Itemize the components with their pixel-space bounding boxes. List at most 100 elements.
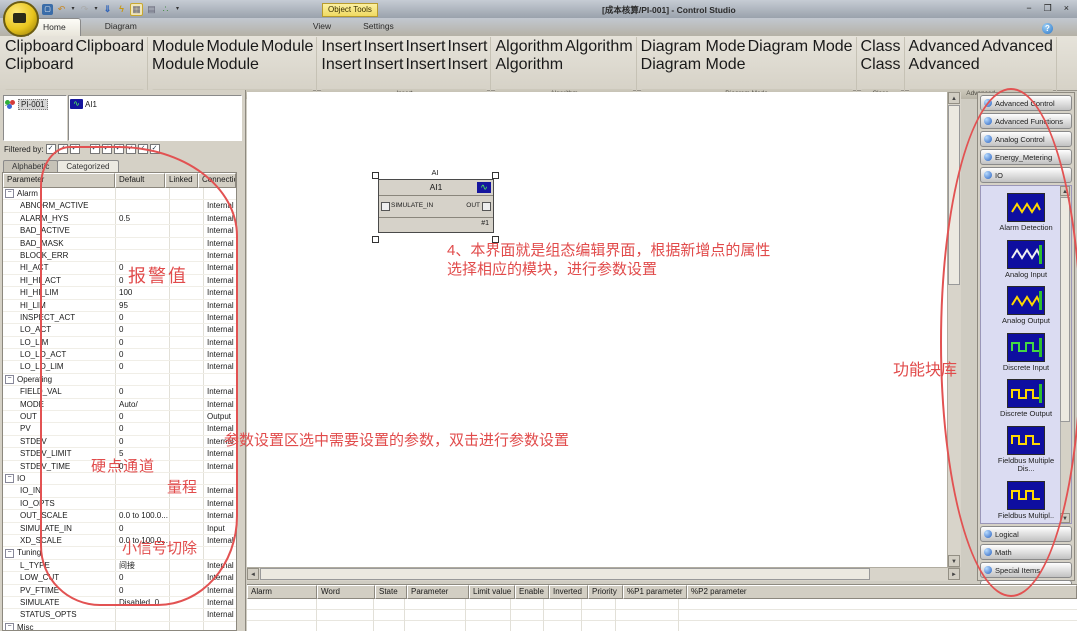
parameter-pressed-icon[interactable] — [130, 3, 143, 16]
palette-category[interactable]: Special Items — [980, 562, 1072, 578]
context-tab-object-tools[interactable]: Object Tools — [322, 3, 378, 17]
parameter-row[interactable]: XD_SCALE 0.0 to 100.0... Internal — [3, 535, 236, 547]
scrollbar-thumb[interactable] — [948, 105, 960, 285]
scrollbar-thumb[interactable] — [260, 568, 870, 580]
parameter-row[interactable]: Operating — [3, 374, 236, 386]
parameter-row[interactable]: L_TYPE 间接 Internal — [3, 560, 236, 572]
parameter-row[interactable]: OUT 0 Output — [3, 411, 236, 423]
parameter-row[interactable]: IO — [3, 473, 236, 485]
parameter-row[interactable]: LO_LIM 0 Internal — [3, 337, 236, 349]
canvas-vertical-scrollbar[interactable]: ▲ ▼ — [947, 92, 961, 567]
palette-item[interactable]: Fieldbus Multipl.. — [981, 481, 1071, 521]
palette-category[interactable]: Analog Control — [980, 131, 1072, 147]
parameter-row[interactable]: OUT_SCALE 0.0 to 100.0... Internal — [3, 510, 236, 522]
selection-handle[interactable] — [372, 236, 379, 243]
ribbon-button[interactable]: Diagram Mode — [641, 38, 746, 56]
parameter-row[interactable]: IO_OPTS Internal — [3, 498, 236, 510]
palette-category[interactable]: IO — [980, 167, 1072, 183]
parameter-row[interactable]: Misc — [3, 622, 236, 631]
filter-checkbox[interactable]: ✓ — [102, 144, 112, 154]
parameter-row[interactable]: BAD_MASK Internal — [3, 238, 236, 250]
expander-icon[interactable] — [5, 474, 14, 483]
filter-checkbox[interactable]: ✓ — [126, 144, 136, 154]
palette-item[interactable]: Analog Output — [981, 286, 1071, 326]
parameter-row[interactable]: HI_ACT 0 Internal — [3, 262, 236, 274]
filter-checkbox[interactable]: ✓ — [70, 144, 80, 154]
ribbon-button[interactable]: Module — [206, 56, 258, 74]
output-pin[interactable] — [482, 202, 491, 211]
ribbon-button[interactable]: Advanced — [909, 38, 980, 56]
parameter-row[interactable]: BAD_ACTIVE Internal — [3, 225, 236, 237]
parameter-row[interactable]: LO_LO_ACT 0 Internal — [3, 349, 236, 361]
restore-button[interactable]: ❐ — [1044, 3, 1052, 14]
ribbon-button[interactable]: Module — [206, 38, 258, 56]
filter-checkbox[interactable]: ✓ — [46, 144, 56, 154]
ribbon-button[interactable]: Insert — [321, 38, 361, 56]
scroll-right-icon[interactable]: ► — [948, 568, 960, 580]
parameter-row[interactable]: INSPECT_ACT 0 Internal — [3, 312, 236, 324]
ribbon-button[interactable]: Advanced — [982, 38, 1053, 56]
palette-item[interactable]: Analog Input — [981, 240, 1071, 280]
ribbon-button[interactable]: Clipboard — [5, 56, 73, 74]
parameter-row[interactable]: Alarm — [3, 188, 236, 200]
expander-icon[interactable] — [5, 375, 14, 384]
alarm-table-body[interactable] — [247, 599, 1077, 631]
redo-icon[interactable] — [79, 4, 90, 15]
scroll-left-icon[interactable]: ◄ — [247, 568, 259, 580]
ribbon-button[interactable]: Module — [152, 38, 204, 56]
palette-category[interactable]: Energy_Metering — [980, 149, 1072, 165]
palette-category[interactable]: Advanced Control — [980, 95, 1072, 111]
scroll-down-icon[interactable]: ▼ — [1060, 513, 1070, 523]
palette-category[interactable]: Advanced Functions — [980, 113, 1072, 129]
ribbon-button[interactable]: Class — [861, 38, 901, 56]
save-icon[interactable] — [42, 4, 53, 15]
filter-checkbox[interactable]: ✓ — [58, 144, 68, 154]
ribbon-button[interactable]: Insert — [447, 56, 487, 74]
parameter-row[interactable]: BLOCK_ERR Internal — [3, 250, 236, 262]
dropdown-icon[interactable] — [93, 4, 99, 15]
parameter-row[interactable]: STDEV_LIMIT 5 Internal — [3, 448, 236, 460]
scroll-down-icon[interactable]: ▼ — [948, 555, 960, 567]
online-icon[interactable] — [116, 4, 127, 15]
ribbon-button[interactable]: Insert — [447, 38, 487, 56]
parameter-row[interactable]: STDEV 0 Internal — [3, 436, 236, 448]
parameter-row[interactable]: STDEV_TIME 0 Internal — [3, 461, 236, 473]
ribbon-button[interactable]: Module — [261, 38, 313, 56]
filter-checkbox[interactable]: ✓ — [114, 144, 124, 154]
selection-handle[interactable] — [492, 172, 499, 179]
close-button[interactable]: × — [1064, 3, 1069, 14]
parameter-row[interactable]: Tuning — [3, 547, 236, 559]
scroll-up-icon[interactable]: ▲ — [1060, 186, 1070, 196]
minimize-button[interactable]: − — [1026, 3, 1031, 14]
filter-checkbox[interactable]: ✓ — [150, 144, 160, 154]
canvas-horizontal-scrollbar[interactable]: ◄ ► — [247, 567, 960, 581]
ribbon-button[interactable]: Insert — [321, 56, 361, 74]
parameter-row[interactable]: ABNORM_ACTIVE Internal — [3, 200, 236, 212]
expander-icon[interactable] — [5, 549, 14, 558]
selection-handle[interactable] — [492, 236, 499, 243]
ribbon-button[interactable]: Insert — [405, 38, 445, 56]
ribbon-button[interactable]: Clipboard — [5, 38, 73, 56]
parameter-view-tab[interactable]: Alphabetic — [3, 160, 58, 172]
ribbon-button[interactable]: Module — [152, 56, 204, 74]
undo-icon[interactable] — [56, 4, 67, 15]
ribbon-button[interactable]: Algorithm — [565, 38, 633, 56]
ribbon-button[interactable]: Diagram Mode — [748, 38, 853, 56]
ribbon-tab[interactable]: View — [299, 18, 345, 35]
parameter-row[interactable]: HI_HI_ACT 0 Internal — [3, 275, 236, 287]
parameter-row[interactable]: HI_LIM 95 Internal — [3, 300, 236, 312]
module-icon[interactable] — [160, 4, 171, 15]
ribbon-button[interactable]: Algorithm — [495, 38, 563, 56]
more-icon[interactable] — [174, 4, 181, 15]
diagram-canvas[interactable]: AI AI1 ∿ SIMULATE_IN OUT #1 — [247, 92, 947, 567]
parameter-row[interactable]: LO_LO_LIM 0 Internal — [3, 361, 236, 373]
list-item-block[interactable]: ∿ AI1 — [69, 96, 241, 112]
ribbon-button[interactable]: Advanced — [909, 56, 980, 74]
expander-icon[interactable] — [5, 189, 14, 198]
parameter-row[interactable]: SIMULATE Disabled, 0 Internal — [3, 597, 236, 609]
parameter-row[interactable]: FIELD_VAL 0 Internal — [3, 386, 236, 398]
parameter-row[interactable]: MODE Auto/ Internal — [3, 399, 236, 411]
ribbon-tab[interactable]: Diagram — [91, 18, 151, 35]
ribbon-tab[interactable]: Settings — [349, 18, 408, 35]
filter-checkbox[interactable]: ✓ — [90, 144, 100, 154]
